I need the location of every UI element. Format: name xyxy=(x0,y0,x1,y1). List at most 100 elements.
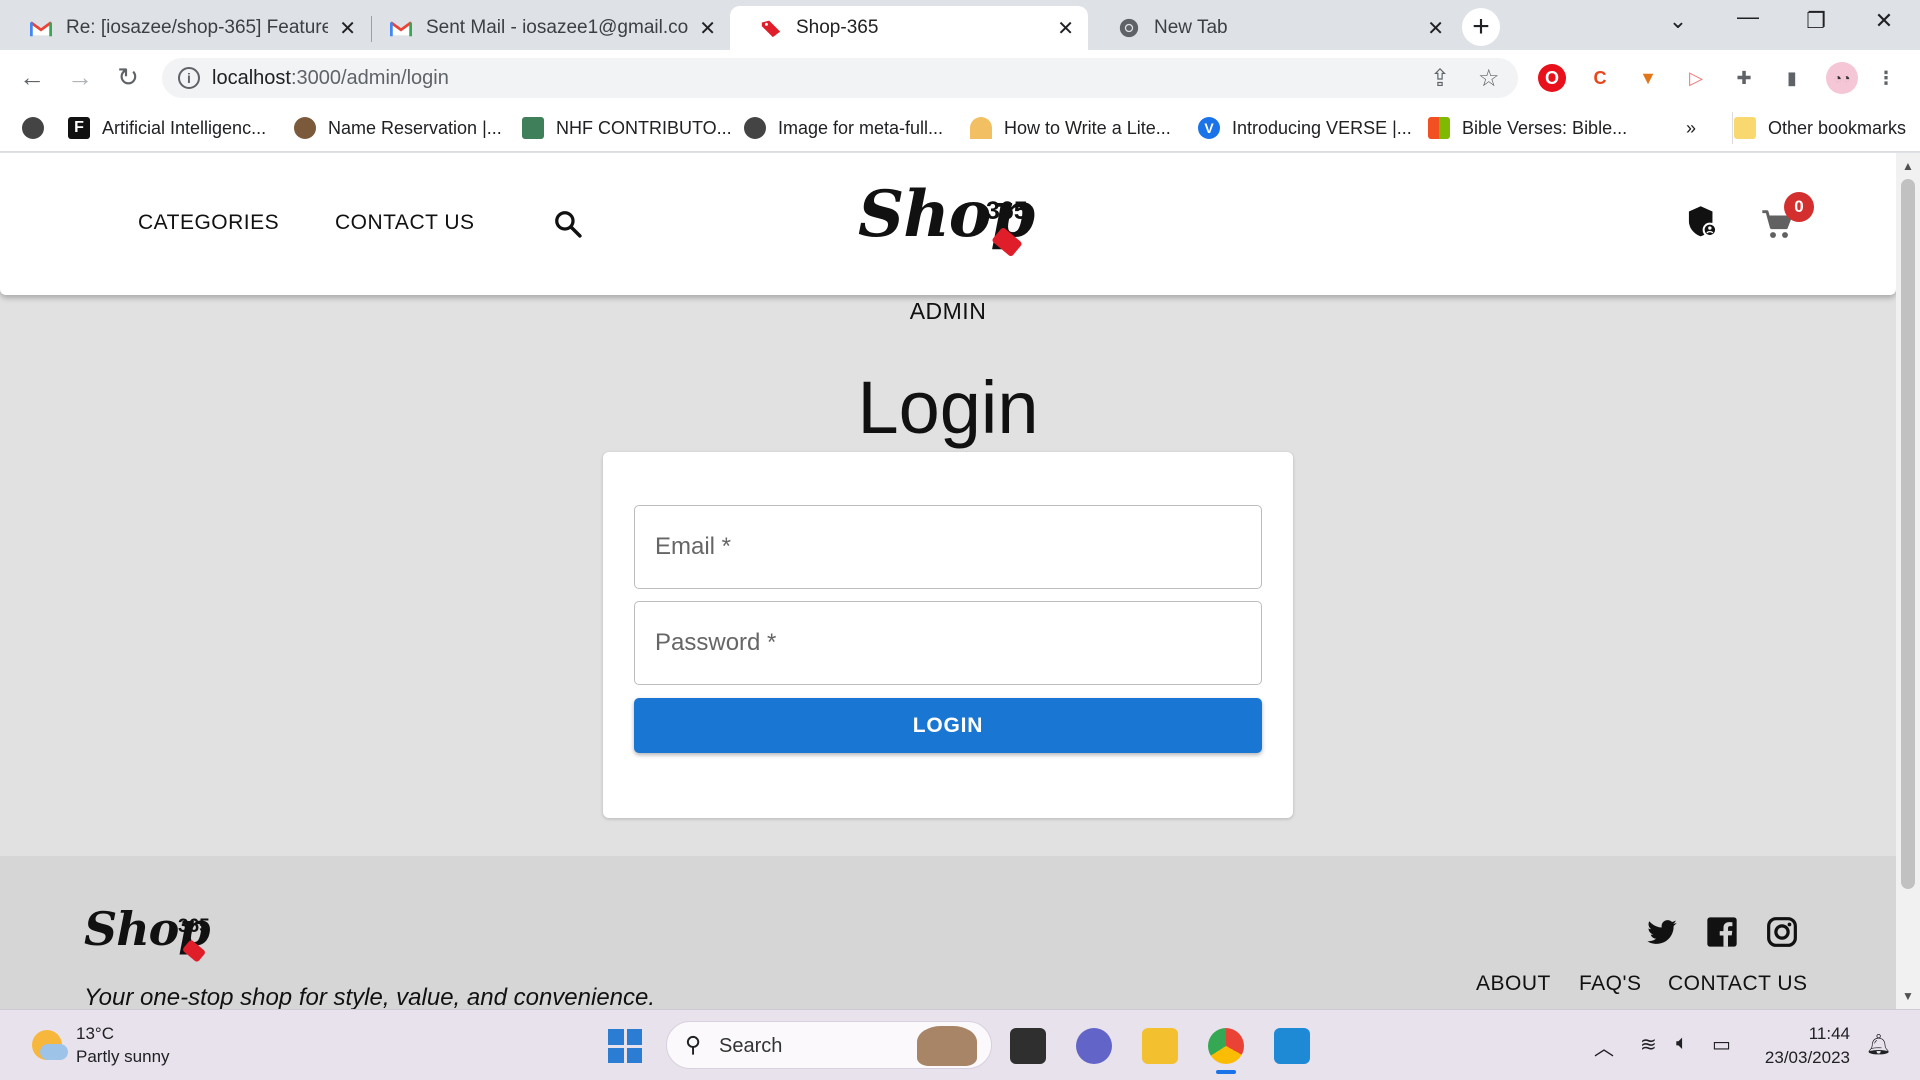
email-field[interactable] xyxy=(634,505,1262,589)
footer-faqs-link[interactable]: FAQ'S xyxy=(1579,972,1642,996)
volume-icon[interactable]: 🔈︎ xyxy=(1676,1032,1688,1055)
tab-title: Shop-365 xyxy=(796,17,879,38)
globe-bookmark-icon[interactable] xyxy=(22,114,56,142)
bookmark-item[interactable]: Bible Verses: Bible... xyxy=(1428,114,1627,142)
folder-icon xyxy=(1734,117,1756,139)
twitter-icon[interactable] xyxy=(1646,916,1678,948)
bookmark-item[interactable]: NHF CONTRIBUTO... xyxy=(522,114,732,142)
bookmark-item[interactable]: V Introducing VERSE |... xyxy=(1198,114,1412,142)
scroll-down-arrow-icon[interactable]: ▼ xyxy=(1902,989,1914,1003)
tab-sent-mail[interactable]: Sent Mail - iosazee1@gmail.com ✕ xyxy=(360,6,730,50)
weather-description[interactable]: Partly sunny xyxy=(76,1047,170,1067)
close-tab-icon[interactable]: ✕ xyxy=(699,16,716,41)
password-field[interactable] xyxy=(634,601,1262,685)
close-tab-icon[interactable]: ✕ xyxy=(1427,16,1444,41)
bookmarks-overflow-button[interactable]: » xyxy=(1686,114,1696,142)
price-tag-icon xyxy=(761,20,781,38)
footer-contact-link[interactable]: CONTACT US xyxy=(1668,972,1808,996)
url-text[interactable]: localhost:3000/admin/login xyxy=(212,67,449,90)
bookmark-label: Name Reservation |... xyxy=(328,117,502,138)
bookmark-item[interactable]: F Artificial Intelligenc... xyxy=(68,114,266,142)
browser-menu-icon[interactable]: ⋮ xyxy=(1872,64,1900,92)
new-tab-button[interactable]: + xyxy=(1462,8,1500,46)
seal-icon xyxy=(294,117,316,139)
instagram-icon[interactable] xyxy=(1766,916,1798,948)
verse-v-icon: V xyxy=(1198,117,1220,139)
file-explorer-icon[interactable] xyxy=(1142,1028,1178,1064)
site-info-icon[interactable]: i xyxy=(178,67,200,89)
login-button[interactable]: LOGIN xyxy=(634,698,1262,753)
wifi-icon[interactable]: ≋ xyxy=(1640,1032,1657,1057)
tab-title: New Tab xyxy=(1154,17,1228,38)
teams-chat-icon[interactable] xyxy=(1076,1028,1112,1064)
browser-toolbar: ← → ↻ i localhost:3000/admin/login ⇪ ☆ O… xyxy=(0,50,1920,106)
notifications-icon[interactable]: 🔔︎ xyxy=(1866,1032,1891,1057)
browser-tab-strip: Re: [iosazee/shop-365] Feature/a ✕ Sent … xyxy=(0,0,1920,50)
bookmark-item[interactable]: How to Write a Lite... xyxy=(970,114,1171,142)
screencast-extension-icon[interactable]: ▷ xyxy=(1682,64,1710,92)
nav-contact-us[interactable]: CONTACT US xyxy=(335,211,475,235)
reload-icon[interactable]: ↻ xyxy=(112,62,144,93)
forward-arrow-icon[interactable]: → xyxy=(64,62,96,93)
metamask-fox-icon[interactable]: ▼ xyxy=(1634,64,1662,92)
bible-verses-icon xyxy=(1428,117,1450,139)
bookmark-item[interactable]: Name Reservation |... xyxy=(294,114,502,142)
bookmark-item[interactable]: Image for meta-full... xyxy=(744,114,943,142)
tab-gmail-reply[interactable]: Re: [iosazee/shop-365] Feature/a ✕ xyxy=(0,6,370,50)
back-arrow-icon[interactable]: ← xyxy=(16,62,48,93)
chrome-taskbar-icon[interactable] xyxy=(1208,1028,1244,1064)
footer-shop365-logo[interactable]: Shop 365 xyxy=(84,902,224,966)
password-input[interactable] xyxy=(635,602,1261,684)
nav-categories[interactable]: CATEGORIES xyxy=(138,211,279,235)
gmail-icon xyxy=(30,21,52,37)
globe-icon xyxy=(744,117,766,139)
site-header: CATEGORIES CONTACT US Shop 365 0 xyxy=(0,153,1896,295)
close-tab-icon[interactable]: ✕ xyxy=(339,16,356,41)
other-bookmarks-folder[interactable]: Other bookmarks xyxy=(1732,114,1906,142)
scroll-up-arrow-icon[interactable]: ▲ xyxy=(1902,159,1914,173)
search-icon[interactable] xyxy=(553,209,583,239)
clock-time: 11:44 xyxy=(1808,1024,1850,1043)
tab-shop-365[interactable]: Shop-365 ✕ xyxy=(730,6,1088,50)
scrollbar-thumb[interactable] xyxy=(1901,179,1915,889)
footer-about-link[interactable]: ABOUT xyxy=(1476,972,1551,996)
show-hidden-icons-chevron-icon[interactable]: ︿ xyxy=(1594,1032,1614,1061)
tab-search-chevron-icon[interactable]: ⌄ xyxy=(1658,8,1698,34)
vscode-icon[interactable] xyxy=(1274,1028,1310,1064)
bookmark-star-icon[interactable]: ☆ xyxy=(1478,64,1500,93)
nhf-icon xyxy=(522,117,544,139)
bookmark-label: Artificial Intelligenc... xyxy=(102,117,267,138)
page-title: Login xyxy=(857,366,1039,449)
address-bar[interactable]: i localhost:3000/admin/login ⇪ ☆ xyxy=(162,58,1518,98)
windows-taskbar: 13°C Partly sunny ⚲ Search ︿ ≋ 🔈︎ ▭ 11:4… xyxy=(0,1009,1920,1080)
clock-date: 23/03/2023 xyxy=(1764,1048,1850,1067)
close-window-icon[interactable]: ✕ xyxy=(1864,8,1904,34)
taskbar-clock[interactable]: 11:44 23/03/2023 xyxy=(1765,1022,1850,1070)
shop365-logo[interactable]: Shop 365 xyxy=(858,177,1068,267)
logo-number: 365 xyxy=(178,916,210,937)
task-view-icon[interactable] xyxy=(1010,1028,1046,1064)
bookmarks-bar: F Artificial Intelligenc... Name Reservat… xyxy=(0,106,1920,152)
side-panel-icon[interactable]: ▮ xyxy=(1778,64,1806,92)
opera-extension-icon[interactable]: O xyxy=(1538,64,1566,92)
share-icon[interactable]: ⇪ xyxy=(1430,64,1450,93)
taskbar-search-box[interactable]: ⚲ Search xyxy=(666,1021,992,1069)
c-extension-icon[interactable]: C xyxy=(1586,64,1614,92)
weather-partly-sunny-icon[interactable] xyxy=(32,1030,68,1060)
battery-icon[interactable]: ▭ xyxy=(1712,1032,1731,1057)
close-tab-icon[interactable]: ✕ xyxy=(1057,16,1074,41)
page-scrollbar[interactable]: ▲ ▼ xyxy=(1896,153,1920,1009)
minimize-icon[interactable]: — xyxy=(1728,4,1768,30)
profile-avatar[interactable]: ◔◔ xyxy=(1826,62,1858,94)
tab-new-tab[interactable]: New Tab ✕ xyxy=(1088,6,1458,50)
windows-start-icon[interactable] xyxy=(608,1029,642,1063)
restore-icon[interactable]: ❐ xyxy=(1796,8,1836,34)
admin-shield-icon[interactable] xyxy=(1686,205,1718,239)
puzzle-extensions-icon[interactable]: ✚ xyxy=(1730,64,1758,92)
section-label: ADMIN xyxy=(909,298,987,324)
weather-temperature[interactable]: 13°C xyxy=(76,1024,114,1044)
chrome-icon xyxy=(1119,18,1139,38)
cart-count-badge: 0 xyxy=(1784,192,1814,222)
facebook-icon[interactable] xyxy=(1706,916,1738,948)
email-input[interactable] xyxy=(635,506,1261,588)
